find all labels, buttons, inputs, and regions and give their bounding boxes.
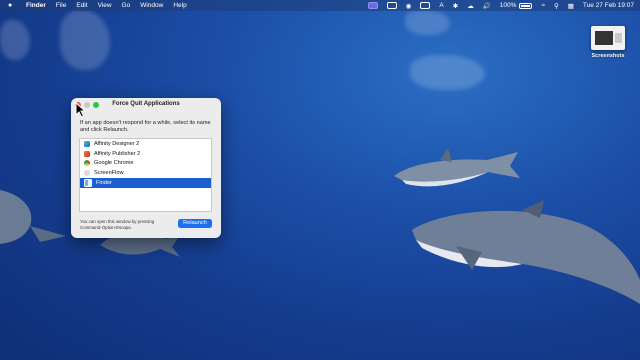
screenflow-menu-icon[interactable] — [386, 2, 397, 9]
control-center-icon[interactable]: ▦ — [568, 2, 574, 10]
wifi-icon[interactable]: ≈ — [541, 2, 545, 9]
screen-recording-icon[interactable] — [367, 2, 378, 9]
menu-window[interactable]: Window — [140, 2, 163, 9]
input-source-indicator[interactable]: A — [439, 2, 443, 9]
dolphin-image — [0, 190, 66, 244]
display-icon[interactable] — [420, 2, 431, 9]
menu-clock[interactable]: Tue 27 Feb 19:07 — [583, 2, 634, 9]
finder-icon — [84, 179, 92, 188]
app-row-google-chrome[interactable]: Google Chrome — [80, 159, 211, 169]
battery-icon[interactable] — [519, 2, 533, 9]
bluetooth-icon[interactable]: ✱ — [453, 2, 458, 10]
menu-file[interactable]: File — [56, 2, 66, 9]
volume-icon[interactable]: 🔊 — [483, 2, 491, 10]
app-name: Google Chrome — [94, 160, 134, 167]
menu-edit[interactable]: Edit — [76, 2, 87, 9]
window-title: Force Quit Applications — [112, 101, 180, 107]
relaunch-button[interactable]: Relaunch — [178, 219, 212, 228]
app-row-affinity-publisher[interactable]: Affinity Publisher 2 — [80, 149, 211, 159]
app-row-screenflow[interactable]: ScreenFlow — [80, 168, 211, 178]
wallpaper-ripple — [405, 10, 450, 35]
mouse-pointer-icon — [75, 102, 87, 118]
app-row-affinity-designer[interactable]: Affinity Designer 2 — [80, 139, 211, 149]
menu-view[interactable]: View — [98, 2, 112, 9]
chrome-icon — [84, 160, 90, 167]
menu-help[interactable]: Help — [173, 2, 186, 9]
menu-bar: ● Finder File Edit View Go Window Help ◉… — [0, 0, 640, 11]
search-icon[interactable]: ⚲ — [554, 2, 559, 10]
battery-percent[interactable]: 100% — [500, 2, 517, 9]
wallpaper-ripple — [0, 20, 30, 60]
wallpaper-ripple — [410, 55, 485, 90]
apple-menu-icon[interactable]: ● — [8, 2, 18, 9]
screenshot-thumbnail-icon — [591, 26, 625, 50]
menu-app-name[interactable]: Finder — [26, 2, 46, 9]
screenflow-icon — [84, 170, 90, 177]
wallpaper-ripple — [60, 10, 110, 70]
record-icon[interactable]: ◉ — [406, 2, 412, 10]
app-name: Affinity Designer 2 — [94, 140, 140, 147]
dolphin-image — [412, 200, 640, 304]
app-name: Finder — [96, 180, 112, 187]
desktop-item-label: Screenshots — [591, 53, 625, 59]
desktop-item-screenshots[interactable]: Screenshots — [586, 26, 630, 59]
affinity-publisher-icon — [84, 150, 90, 157]
app-row-finder[interactable]: Finder — [80, 178, 211, 188]
dolphin-image — [394, 148, 520, 187]
force-quit-window: Force Quit Applications If an app doesn’… — [71, 98, 221, 238]
app-list[interactable]: Affinity Designer 2 Affinity Publisher 2… — [79, 138, 212, 212]
window-description: If an app doesn’t respond for a while, s… — [80, 120, 211, 133]
app-name: ScreenFlow — [94, 170, 124, 177]
app-name: Affinity Publisher 2 — [94, 150, 141, 157]
affinity-designer-icon — [84, 140, 90, 147]
menu-go[interactable]: Go — [122, 2, 131, 9]
cloud-icon[interactable]: ☁ — [467, 2, 474, 10]
shortcut-hint: You can open this window by pressing Com… — [80, 219, 155, 230]
window-titlebar[interactable]: Force Quit Applications — [71, 98, 221, 112]
